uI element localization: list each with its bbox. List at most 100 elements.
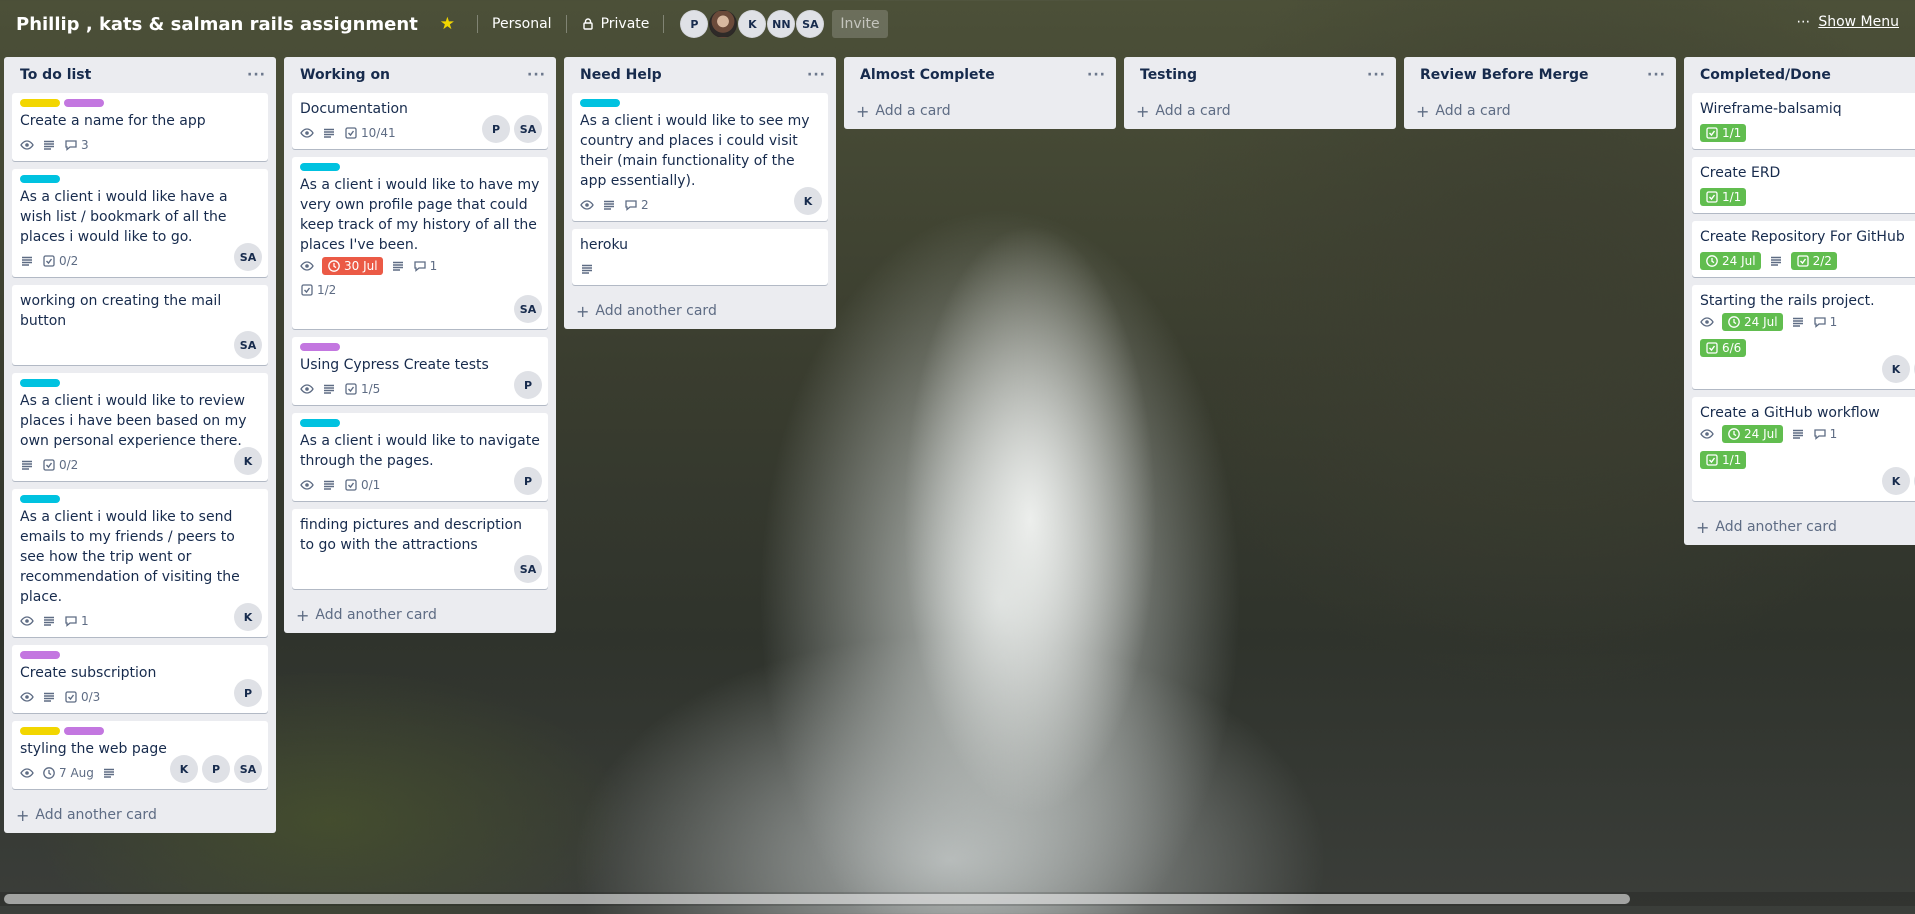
card[interactable]: Starting the rails project. 24 Jul 1 6/6 KP — [1692, 285, 1915, 389]
card[interactable]: Wireframe-balsamiq 1/1 — [1692, 93, 1915, 149]
card[interactable]: As a client i would like to review place… — [12, 373, 268, 481]
board-title[interactable]: Phillip , kats & salman rails assignment — [16, 14, 418, 35]
card-label[interactable] — [20, 379, 60, 387]
avatar[interactable]: NN — [767, 10, 796, 38]
card-badges: 0/3 — [20, 685, 260, 709]
checklist-icon — [42, 254, 56, 268]
card-badges: 1/1 — [1700, 185, 1915, 209]
card-label[interactable] — [580, 99, 620, 107]
member-avatar[interactable]: P — [202, 755, 230, 783]
invite-button[interactable]: Invite — [832, 10, 888, 38]
add-card-label: Add a card — [1435, 103, 1511, 119]
card-members: P — [234, 679, 262, 707]
add-card-button[interactable]: + Add a card — [1404, 93, 1676, 129]
card-label[interactable] — [20, 99, 60, 107]
workspace-button[interactable]: Personal — [482, 10, 562, 38]
list-title[interactable]: Completed/Done — [1700, 67, 1831, 83]
member-avatar[interactable]: P — [514, 467, 542, 495]
card[interactable]: Create ERD 1/1 — [1692, 157, 1915, 213]
list-title[interactable]: Almost Complete — [860, 67, 995, 83]
card[interactable]: Documentation 10/41 P SA — [292, 93, 548, 149]
member-avatar[interactable]: K — [1882, 467, 1910, 495]
card-label[interactable] — [20, 727, 60, 735]
member-avatar[interactable]: SA — [514, 555, 542, 583]
card-labels — [300, 343, 540, 351]
card-title: Wireframe-balsamiq — [1700, 101, 1842, 117]
list-menu-icon[interactable]: ··· — [807, 67, 826, 83]
card[interactable]: finding pictures and description to go w… — [292, 509, 548, 589]
add-card-button[interactable]: + Add another card — [284, 597, 556, 633]
add-card-button[interactable]: + Add a card — [844, 93, 1116, 129]
card-label[interactable] — [64, 727, 104, 735]
avatar-photo[interactable] — [709, 10, 738, 38]
list-menu-icon[interactable]: ··· — [1647, 67, 1666, 83]
due-date-badge[interactable]: 24 Jul — [1722, 425, 1783, 443]
comment-icon — [413, 259, 427, 273]
due-date-badge[interactable]: 7 Aug — [42, 766, 94, 780]
avatar[interactable]: SA — [796, 10, 825, 38]
visibility-button[interactable]: Private — [571, 10, 660, 38]
card[interactable]: working on creating the mail button SA — [12, 285, 268, 365]
list-menu-icon[interactable]: ··· — [1367, 67, 1386, 83]
member-avatar[interactable]: P — [482, 115, 510, 143]
member-avatar[interactable]: K — [234, 447, 262, 475]
member-avatar[interactable]: SA — [234, 331, 262, 359]
list-menu-icon[interactable]: ··· — [1087, 67, 1106, 83]
card[interactable]: styling the web page 7 Aug K P SA — [12, 721, 268, 789]
avatar[interactable]: P — [680, 10, 709, 38]
card[interactable]: As a client i would like have a wish lis… — [12, 169, 268, 277]
card[interactable]: As a client i would like to have my very… — [292, 157, 548, 329]
card[interactable]: As a client i would like to navigate thr… — [292, 413, 548, 501]
card-members: KP — [1882, 467, 1915, 495]
card-label[interactable] — [300, 419, 340, 427]
card-label[interactable] — [20, 651, 60, 659]
card-label[interactable] — [20, 495, 60, 503]
member-avatar[interactable]: P — [514, 371, 542, 399]
card[interactable]: Create subscription 0/3 P — [12, 645, 268, 713]
add-card-button[interactable]: + Add another card — [4, 797, 276, 833]
list-title[interactable]: Testing — [1140, 67, 1197, 83]
list-title[interactable]: To do list — [20, 67, 91, 83]
member-avatar[interactable]: K — [170, 755, 198, 783]
member-avatar[interactable]: SA — [514, 115, 542, 143]
add-card-label: Add another card — [1715, 519, 1837, 535]
card[interactable]: Using Cypress Create tests 1/5 P — [292, 337, 548, 405]
member-avatar[interactable]: SA — [234, 243, 262, 271]
add-card-button[interactable]: + Add another card — [564, 293, 836, 329]
due-date-badge[interactable]: 24 Jul — [1722, 313, 1783, 331]
show-menu-button[interactable]: ⋯ Show Menu — [1796, 14, 1899, 30]
checklist-count: 0/3 — [81, 690, 101, 704]
card[interactable]: Create Repository For GitHub 24 Jul 2/2 — [1692, 221, 1915, 277]
list-menu-icon[interactable]: ··· — [527, 67, 546, 83]
member-avatar[interactable]: SA — [234, 755, 262, 783]
add-card-button[interactable]: + Add another card — [1684, 509, 1915, 545]
card[interactable]: As a client i would like to see my count… — [572, 93, 828, 221]
card[interactable]: Create a name for the app 3 — [12, 93, 268, 161]
card-label[interactable] — [20, 175, 60, 183]
card-label[interactable] — [300, 163, 340, 171]
list-menu-icon[interactable]: ··· — [247, 67, 266, 83]
due-date-badge[interactable]: 24 Jul — [1700, 252, 1761, 270]
plus-icon: + — [856, 101, 870, 121]
card-label[interactable] — [64, 99, 104, 107]
avatar[interactable]: K — [738, 10, 767, 38]
horizontal-scrollbar-thumb[interactable] — [4, 894, 1630, 904]
member-avatar[interactable]: K — [794, 187, 822, 215]
list-title[interactable]: Working on — [300, 67, 390, 83]
due-date-badge[interactable]: 30 Jul — [322, 257, 383, 275]
checklist-icon — [64, 690, 78, 704]
description-icon — [391, 259, 405, 273]
list-title[interactable]: Need Help — [580, 67, 662, 83]
add-card-button[interactable]: + Add a card — [1124, 93, 1396, 129]
member-avatar[interactable]: K — [234, 603, 262, 631]
list-title[interactable]: Review Before Merge — [1420, 67, 1589, 83]
member-avatar[interactable]: SA — [514, 295, 542, 323]
star-icon[interactable]: ★ — [440, 14, 455, 34]
card-label[interactable] — [300, 343, 340, 351]
member-avatar[interactable]: K — [1882, 355, 1910, 383]
card[interactable]: Create a GitHub workflow 24 Jul 1 1/1 KP — [1692, 397, 1915, 501]
card[interactable]: As a client i would like to send emails … — [12, 489, 268, 637]
member-avatar[interactable]: P — [234, 679, 262, 707]
card[interactable]: heroku — [572, 229, 828, 285]
description-icon — [102, 766, 116, 780]
